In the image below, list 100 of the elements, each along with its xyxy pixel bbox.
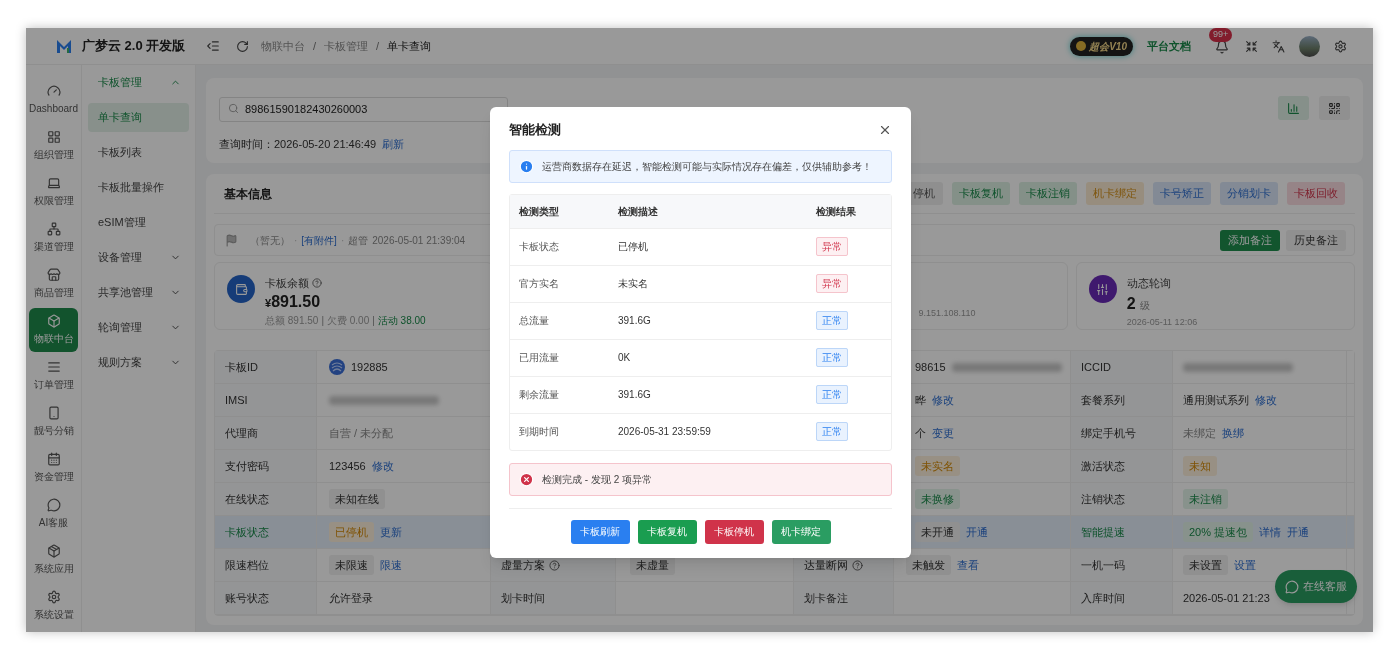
search-field[interactable]: 89861590182430260003 [219,96,508,122]
balance-amount: ¥891.50 [265,291,322,312]
field-label: 套餐系列 [1081,392,1125,408]
chart-button[interactable] [1278,96,1309,120]
field-label: 代理商 [225,425,258,441]
action-link[interactable]: 限速 [380,556,402,574]
refresh-link[interactable]: 刷新 [382,136,405,153]
rail-item[interactable]: AI客服 [29,492,78,536]
value-text: 2026-05-01 21:23 [1183,590,1270,606]
value-text: 98615 [915,359,946,375]
action-link[interactable]: 开通 [966,523,988,541]
bell-icon[interactable] [1215,40,1229,54]
menu-fold-icon[interactable] [206,39,220,53]
status-tag: 未换修 [915,488,960,510]
menu-group[interactable]: 规则方案 [82,345,195,380]
action-button[interactable]: 卡号矫正 [1153,182,1211,205]
remark-text: （暂无） [250,233,290,248]
menu-item[interactable]: 卡板批量操作 [88,173,189,202]
table-cell-text: 391.6G [618,314,652,328]
value-text: 192885 [351,359,388,375]
dialog-button[interactable]: 卡板刷新 [570,519,630,544]
dialog-button[interactable]: 卡板停机 [704,519,764,544]
menu-item[interactable]: eSIM管理 [88,208,189,237]
remark-button[interactable]: 历史备注 [1286,229,1346,251]
action-link[interactable]: 修改 [371,457,394,475]
rail-item[interactable]: 系统应用 [29,538,78,582]
status-tag: 未实名 [915,455,960,477]
action-link[interactable]: 变更 [932,424,954,442]
breadcrumb-item[interactable]: 卡板管理 [324,37,369,55]
rail-item[interactable]: 系统设置 [29,584,78,628]
rail-item[interactable]: 渠道管理 [29,216,78,260]
package-icon [46,544,61,558]
dialog-button[interactable]: 机卡绑定 [771,519,831,544]
vip-badge[interactable]: 超会V10 [1070,36,1133,56]
rail-item[interactable]: 商品管理 [29,262,78,306]
avatar[interactable] [1299,35,1320,57]
card-title: 卡板余额 [265,276,309,291]
field-label: 划卡备注 [804,590,848,606]
table-cell-text: 卡板状态 [519,240,560,254]
sliders-icon [1088,275,1117,303]
menu-group[interactable]: 卡板管理 [82,65,195,100]
field-label: 账号状态 [225,590,269,606]
menu-group[interactable]: 轮询管理 [82,310,195,345]
action-button[interactable]: 卡板注销 [1019,182,1077,205]
dialog-button[interactable]: 卡板复机 [637,519,697,544]
remark-text: 2026-05-01 21:39:04 [372,233,466,248]
rail-item[interactable]: 权限管理 [29,170,78,214]
rail-item[interactable]: Dashboard [29,78,78,122]
status-tag: 未知在线 [329,488,385,510]
settings-icon [46,590,61,604]
refresh-icon[interactable] [236,39,249,53]
action-link[interactable]: 修改 [932,391,954,409]
menu-group[interactable]: 共享池管理 [82,275,195,310]
menu-item[interactable]: 单卡查询 [88,103,189,132]
notification-count: 99+ [1209,28,1233,42]
settings-icon[interactable] [1334,39,1347,53]
action-button[interactable]: 分销划卡 [1220,182,1278,205]
value-text: 晔 [915,392,926,408]
attachment-link[interactable]: [有附件] [301,232,337,248]
brand-name: 广梦云 2.0 开发版 [82,37,186,56]
menu-group[interactable]: 设备管理 [82,240,195,275]
result-tag: 正常 [816,311,848,330]
action-button[interactable]: 卡板复机 [952,182,1010,205]
online-support-button[interactable]: 在线客服 [1275,570,1357,603]
action-button[interactable]: 卡板回收 [1287,182,1345,205]
action-link[interactable]: 设置 [1234,556,1256,574]
action-button[interactable]: 机卡绑定 [1086,182,1144,205]
separator-dot: · [294,233,298,248]
help-icon[interactable] [549,559,560,571]
stat-unit: 级 [1139,298,1150,313]
table-cell-text: 官方实名 [519,277,560,291]
docs-link[interactable]: 平台文档 [1147,37,1191,55]
action-link[interactable]: 查看 [957,556,979,574]
help-icon[interactable] [852,559,863,571]
rail-item[interactable]: 组织管理 [29,124,78,168]
qr-code-button[interactable] [1319,96,1350,120]
remark-text: 超管 [348,233,369,248]
query-time: 查询时间：2026-05-20 21:46:49 [219,137,377,152]
result-text: 检测完成 - 发现 2 项异常 [542,472,652,487]
fullscreen-icon[interactable] [1245,39,1258,53]
action-link[interactable]: 详情 [1259,523,1282,541]
rail-item[interactable]: 物联中台 [29,308,78,352]
action-link[interactable]: 换绑 [1222,424,1244,442]
logo-icon [56,38,72,54]
info-icon [519,158,534,174]
remark-button[interactable]: 添加备注 [1220,229,1280,251]
rail-item[interactable]: 资金管理 [29,446,78,490]
swirl-logo-icon [329,359,345,375]
menu-item[interactable]: 卡板列表 [88,138,189,167]
action-link[interactable]: 修改 [1255,391,1277,409]
breadcrumb-item[interactable]: 物联中台 [261,37,305,55]
bar-chart-icon [1287,101,1300,115]
action-link[interactable]: 开通 [1287,523,1310,541]
translate-icon[interactable] [1272,39,1285,53]
separator-dot: · [340,233,345,248]
value-text: 个 [915,425,926,441]
action-link[interactable]: 更新 [380,523,402,541]
value-text: 允许登录 [329,590,373,606]
rail-item[interactable]: 靓号分销 [29,400,78,444]
rail-item[interactable]: 订单管理 [29,354,78,398]
